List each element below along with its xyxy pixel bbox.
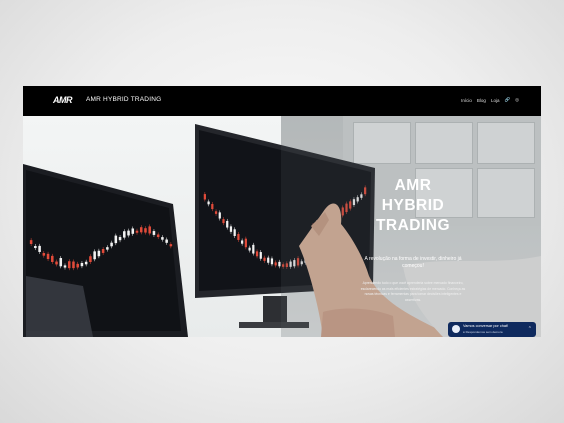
candle [34,245,37,249]
nav-item-inicio[interactable]: Início [461,98,472,103]
chat-widget[interactable]: Vamos conversar por chat! ● Respondemos … [448,322,536,337]
laptop [23,164,188,337]
candle [274,262,277,266]
candle [248,247,251,251]
top-navigation-bar: AMR AMR HYBRID TRADING Início Blog Loja … [23,86,541,116]
candle [55,261,58,265]
candle [97,250,101,257]
hero-title-line: AMR [394,177,432,194]
candle [211,204,214,210]
chat-title: Vamos conversar por chat! [463,324,509,328]
candle [237,234,240,240]
candle [226,220,229,228]
candle [29,240,33,244]
candle [252,244,255,254]
candle [46,253,50,260]
candle [106,247,109,250]
candle [161,237,164,240]
candle [80,262,84,267]
chevron-up-icon[interactable]: ⌃ [528,326,532,332]
chat-avatar-icon [452,325,460,333]
candle [244,238,247,248]
candle [229,226,233,232]
candle [148,226,151,234]
browser-screenshot: AMR AMR HYBRID TRADING Início Blog Loja … [23,86,541,337]
nav-item-blog[interactable]: Blog [477,98,486,103]
candle [51,255,54,262]
candle [233,229,236,236]
candle [101,249,105,253]
candle [123,231,126,238]
candle [144,228,147,233]
candle [169,244,173,247]
hero-title: AMR HYBRID TRADING [368,176,458,236]
chat-status: ● Respondemos sem demora [463,330,503,334]
candle [255,251,259,257]
candle [72,261,75,269]
candle [67,261,71,269]
hero-title-line: HYBRID [381,197,445,214]
candle [93,251,96,260]
candle [218,212,221,219]
candle [135,230,139,233]
candle [270,258,274,265]
site-logo[interactable]: AMR [53,95,73,105]
hero-body-text: Aprendendo tudo o que você aprenderia so… [360,281,466,302]
candle [42,253,46,256]
candle [114,235,118,244]
candle [118,237,122,241]
candle [214,211,218,214]
candle [89,256,92,262]
candle [76,263,79,268]
candle [207,201,210,205]
candle [131,228,135,234]
link-icon[interactable]: 🔗 [504,97,510,103]
candle [156,234,160,238]
candle [59,258,63,267]
candle [152,231,156,235]
instagram-icon[interactable]: ◎ [515,97,519,103]
hero-title-line: TRADING [375,217,451,234]
hero-subtitle: A revolução na forma de investir, dinhei… [364,256,462,269]
candle [139,227,143,233]
candle [63,265,67,268]
candle [267,257,270,263]
candle [222,219,225,224]
candle [203,194,206,200]
candle [127,230,130,236]
site-title[interactable]: AMR HYBRID TRADING [86,96,161,103]
candle [38,245,41,252]
candle [241,240,244,244]
nav-item-loja[interactable]: Loja [491,98,500,103]
hero-section: AMR HYBRID TRADING A revolução na forma … [23,116,541,337]
candle [259,252,262,259]
candle [110,242,113,247]
candle [263,257,266,261]
candle [84,261,88,265]
nav-links: Início Blog Loja 🔗 ◎ [461,97,519,103]
candle [165,239,168,243]
